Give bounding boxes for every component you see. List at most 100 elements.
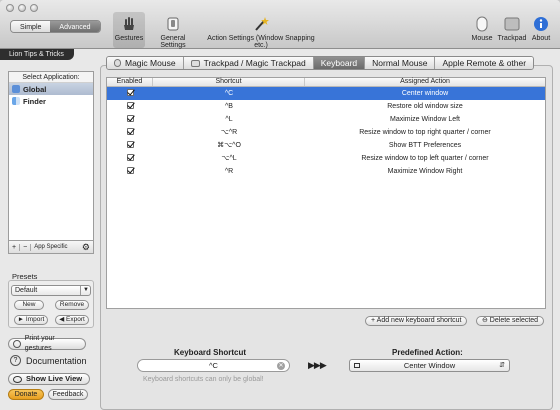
new-preset-button[interactable]: New bbox=[14, 300, 44, 310]
enabled-cell bbox=[107, 126, 153, 139]
enabled-cell bbox=[107, 100, 153, 113]
tab-apple-remote[interactable]: Apple Remote & other bbox=[435, 57, 534, 69]
chevron-down-icon: ▼ bbox=[80, 286, 89, 295]
print-gestures-button[interactable]: Print your gestures bbox=[8, 335, 86, 352]
toolbar-trackpad-button[interactable]: Trackpad bbox=[497, 16, 527, 42]
preset-select[interactable]: Default ▼ bbox=[11, 285, 91, 296]
toolbar-action-settings-button[interactable]: Action Settings (Window Snapping etc.) bbox=[202, 16, 320, 49]
enabled-checkbox[interactable] bbox=[126, 102, 134, 110]
table-row[interactable]: ⌥^R Resize window to top right quarter / … bbox=[107, 126, 545, 139]
simple-mode-button[interactable]: Simple bbox=[11, 21, 51, 32]
import-preset-button[interactable]: ► Import bbox=[14, 315, 48, 325]
action-cell: Restore old window size bbox=[387, 103, 463, 110]
predefined-action-label: Predefined Action: bbox=[392, 348, 463, 357]
feedback-button[interactable]: Feedback bbox=[48, 389, 88, 400]
enabled-checkbox[interactable] bbox=[126, 141, 134, 149]
zoom-window-button[interactable] bbox=[30, 4, 38, 12]
export-preset-button[interactable]: ◀ Export bbox=[55, 315, 89, 325]
preset-select-value: Default bbox=[15, 287, 38, 294]
app-item-finder[interactable]: Finder bbox=[9, 95, 93, 107]
add-shortcut-button[interactable]: + Add new keyboard shortcut bbox=[365, 316, 468, 326]
app-specific-button[interactable]: App Specific bbox=[31, 244, 79, 250]
tab-trackpad[interactable]: Trackpad / Magic Trackpad bbox=[183, 57, 314, 69]
toolbar-general-settings-button[interactable]: General Settings bbox=[147, 16, 199, 49]
remove-app-button[interactable]: − bbox=[20, 243, 32, 251]
application-list-footer: + − App Specific ⚙ bbox=[8, 240, 94, 254]
documentation-link[interactable]: ? Documentation bbox=[10, 355, 87, 366]
show-live-view-button[interactable]: Show Live View bbox=[8, 373, 90, 385]
delete-selected-button[interactable]: ⊖ Delete selected bbox=[476, 316, 545, 326]
keyboard-shortcut-field[interactable]: ^C ✕ bbox=[137, 359, 290, 372]
toolbar-general-settings-label: General Settings bbox=[160, 35, 186, 49]
enabled-cell bbox=[107, 87, 153, 100]
toolbar-about-button[interactable]: About bbox=[530, 16, 552, 42]
enabled-checkbox[interactable] bbox=[126, 154, 134, 162]
table-row[interactable]: ^C Center window bbox=[107, 87, 545, 100]
column-header-action[interactable]: Assigned Action bbox=[305, 78, 545, 86]
clear-icon[interactable]: ✕ bbox=[277, 362, 285, 370]
mode-toggle[interactable]: Simple Advanced bbox=[10, 20, 101, 33]
gear-icon[interactable]: ⚙ bbox=[79, 242, 93, 252]
application-list-header: Select Application: bbox=[9, 72, 93, 83]
enabled-checkbox[interactable] bbox=[126, 128, 134, 136]
input-device-tabs: Magic Mouse Trackpad / Magic Trackpad Ke… bbox=[106, 56, 535, 70]
global-shortcut-note: Keyboard shortcuts can only be global! bbox=[143, 376, 264, 383]
toolbar-mouse-button[interactable]: Mouse bbox=[470, 16, 494, 42]
enabled-cell bbox=[107, 139, 153, 152]
table-row[interactable]: ^R Maximize Window Right bbox=[107, 165, 545, 178]
tab-label: Keyboard bbox=[320, 58, 358, 68]
predefined-action-value: Center Window bbox=[403, 361, 456, 370]
shortcut-cell: ⌥^L bbox=[221, 155, 237, 162]
enabled-checkbox[interactable] bbox=[126, 115, 134, 123]
action-cell: Center window bbox=[401, 90, 449, 97]
action-cell: Maximize Window Left bbox=[389, 116, 461, 123]
table-row[interactable]: ⌥^L Resize window to top left quarter / c… bbox=[107, 152, 545, 165]
minimize-window-button[interactable] bbox=[18, 4, 26, 12]
tab-magic-mouse[interactable]: Magic Mouse bbox=[107, 57, 184, 69]
lion-tips-tab[interactable]: Lion Tips & Tricks bbox=[0, 49, 74, 60]
export-label: Export bbox=[66, 316, 85, 323]
action-cell: Maximize Window Right bbox=[387, 168, 463, 175]
toolbar-gestures-button[interactable]: Gestures bbox=[113, 12, 145, 48]
hand-icon bbox=[124, 17, 134, 30]
tab-normal-mouse[interactable]: Normal Mouse bbox=[365, 57, 436, 69]
documentation-label: Documentation bbox=[26, 355, 87, 366]
shortcut-cell: ^R bbox=[224, 168, 234, 175]
import-icon: ► bbox=[17, 316, 26, 323]
table-row[interactable]: ^L Maximize Window Left bbox=[107, 113, 545, 126]
magic-wand-icon bbox=[255, 17, 269, 31]
donate-button[interactable]: Donate bbox=[8, 389, 44, 400]
enabled-cell bbox=[107, 165, 153, 178]
column-header-shortcut[interactable]: Shortcut bbox=[153, 78, 305, 86]
enabled-cell bbox=[107, 152, 153, 165]
trackpad-icon bbox=[190, 59, 200, 67]
arrow-icon: ▶▶▶ bbox=[308, 360, 327, 370]
keyboard-shortcut-label: Keyboard Shortcut bbox=[174, 348, 247, 357]
magic-mouse-icon bbox=[114, 59, 121, 67]
tab-keyboard[interactable]: Keyboard bbox=[313, 57, 366, 69]
close-window-button[interactable] bbox=[6, 4, 14, 12]
tab-label: Apple Remote & other bbox=[442, 58, 527, 68]
table-row[interactable]: ⌘⌥^O Show BTT Preferences bbox=[107, 139, 545, 152]
shortcut-cell: ^B bbox=[225, 103, 233, 110]
show-live-view-label: Show Live View bbox=[26, 374, 83, 383]
app-item-global[interactable]: Global bbox=[9, 83, 93, 95]
action-cell: Resize window to top left quarter / corn… bbox=[361, 155, 489, 162]
table-row[interactable]: ^B Restore old window size bbox=[107, 100, 545, 113]
keyboard-shortcut-value: ^C bbox=[209, 361, 218, 370]
enabled-checkbox[interactable] bbox=[126, 89, 134, 97]
switch-icon bbox=[167, 17, 179, 31]
predefined-action-select[interactable]: Center Window ⇵ bbox=[349, 359, 510, 372]
add-app-button[interactable]: + bbox=[9, 243, 21, 251]
advanced-mode-button[interactable]: Advanced bbox=[50, 21, 100, 32]
enabled-checkbox[interactable] bbox=[126, 167, 134, 175]
print-icon bbox=[13, 340, 21, 348]
remove-preset-button[interactable]: Remove bbox=[55, 300, 89, 310]
mouse-icon bbox=[476, 16, 488, 32]
toolbar: Simple Advanced Gestures General Setting… bbox=[0, 0, 560, 49]
print-gestures-label: Print your gestures bbox=[24, 335, 55, 352]
question-icon: ? bbox=[10, 355, 21, 366]
column-header-enabled[interactable]: Enabled bbox=[107, 78, 153, 86]
shortcuts-table: Enabled Shortcut Assigned Action ^C Cente… bbox=[106, 77, 546, 309]
toolbar-action-settings-label: Action Settings (Window Snapping etc.) bbox=[207, 35, 315, 49]
